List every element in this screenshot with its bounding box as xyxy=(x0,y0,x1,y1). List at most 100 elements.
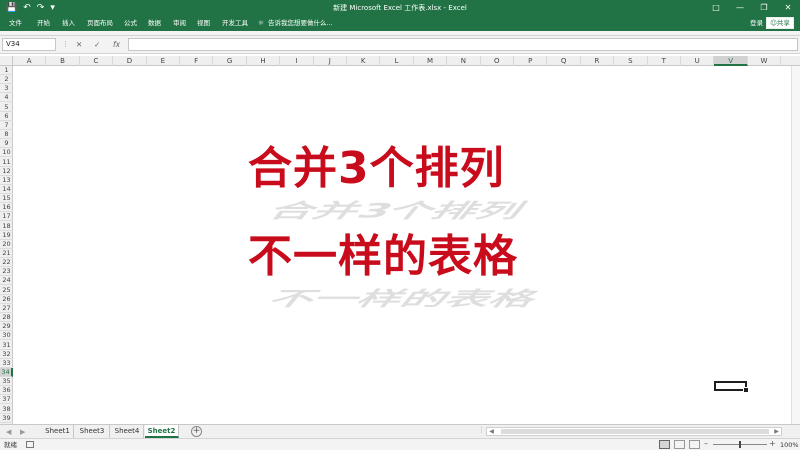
row-header[interactable]: 12 xyxy=(0,167,13,176)
minimize-icon[interactable]: — xyxy=(728,0,752,16)
column-header[interactable]: D xyxy=(113,56,147,66)
tell-me-box[interactable]: 告诉我您想要做什么... xyxy=(268,18,333,29)
restore-icon[interactable]: ❐ xyxy=(752,0,776,16)
spreadsheet-grid[interactable]: ABCDEFGHIJKLMNOPQRSTUVW 1 2 3 4 5 6 7 8 9 10 11 12 1… xyxy=(0,56,800,424)
row-header[interactable]: 10 xyxy=(0,148,13,158)
login-link[interactable]: 登录 xyxy=(750,18,763,29)
column-header[interactable]: I xyxy=(280,56,314,66)
row-header[interactable]: 26 xyxy=(0,295,13,304)
column-header[interactable]: G xyxy=(213,56,247,66)
row-header[interactable]: 31 xyxy=(0,341,13,350)
row-header[interactable]: 5 xyxy=(0,103,13,112)
column-header[interactable]: K xyxy=(347,56,381,66)
row-header[interactable]: 4 xyxy=(0,93,13,103)
row-header[interactable]: 19 xyxy=(0,231,13,240)
page-layout-view-icon[interactable] xyxy=(674,440,685,449)
tab-developer[interactable]: 开发工具 xyxy=(222,18,248,29)
next-sheet-icon[interactable]: ▶ xyxy=(20,427,25,437)
active-cell[interactable] xyxy=(714,381,749,393)
tab-file[interactable]: 文件 xyxy=(9,18,22,29)
column-header[interactable]: R xyxy=(581,56,615,66)
tab-formulas[interactable]: 公式 xyxy=(124,18,137,29)
zoom-level[interactable]: 100% xyxy=(780,440,799,450)
name-box[interactable]: V34 xyxy=(2,38,56,51)
tab-page-layout[interactable]: 页面布局 xyxy=(87,18,113,29)
prev-sheet-icon[interactable]: ◀ xyxy=(6,427,11,437)
scroll-thumb[interactable] xyxy=(501,429,769,434)
sheet-tab-sheet4[interactable]: Sheet4 xyxy=(111,425,144,438)
ribbon-options-icon[interactable]: □ xyxy=(704,0,728,16)
row-header[interactable]: 35 xyxy=(0,377,13,387)
row-header[interactable]: 9 xyxy=(0,139,13,149)
add-sheet-icon[interactable]: + xyxy=(191,426,202,437)
row-header[interactable]: 25 xyxy=(0,286,13,295)
row-header[interactable]: 23 xyxy=(0,267,13,277)
cancel-icon[interactable]: ✕ xyxy=(76,39,82,50)
tab-split-handle-icon[interactable]: ⋮ xyxy=(478,426,485,434)
column-header[interactable]: L xyxy=(380,56,414,66)
normal-view-icon[interactable] xyxy=(659,440,670,449)
column-header[interactable]: B xyxy=(46,56,80,66)
row-header[interactable]: 20 xyxy=(0,240,13,249)
column-header[interactable]: C xyxy=(80,56,114,66)
column-header[interactable]: J xyxy=(314,56,347,66)
row-header[interactable]: 6 xyxy=(0,112,13,121)
row-header[interactable]: 13 xyxy=(0,176,13,185)
tab-review[interactable]: 审阅 xyxy=(173,18,186,29)
macro-record-icon[interactable] xyxy=(26,441,34,448)
row-header[interactable]: 32 xyxy=(0,350,13,359)
row-header[interactable]: 34 xyxy=(0,367,13,377)
row-header[interactable]: 15 xyxy=(0,194,13,204)
column-header[interactable]: P xyxy=(514,56,548,66)
row-header[interactable]: 8 xyxy=(0,130,13,140)
column-header[interactable]: T xyxy=(648,56,681,66)
row-header[interactable]: 28 xyxy=(0,313,13,323)
tab-insert[interactable]: 插入 xyxy=(62,18,75,29)
row-header[interactable]: 27 xyxy=(0,304,13,313)
tab-home[interactable]: 开始 xyxy=(37,18,50,29)
column-header[interactable]: W xyxy=(748,56,782,66)
row-header[interactable]: 39 xyxy=(0,414,13,423)
horizontal-scrollbar[interactable]: ◀ ▶ xyxy=(486,427,782,436)
row-header[interactable]: 36 xyxy=(0,386,13,396)
row-header[interactable]: 14 xyxy=(0,185,13,194)
tab-view[interactable]: 视图 xyxy=(197,18,210,29)
column-header[interactable]: A xyxy=(13,56,47,66)
column-header[interactable]: F xyxy=(180,56,214,66)
tab-data[interactable]: 数据 xyxy=(148,18,161,29)
column-header[interactable]: E xyxy=(147,56,180,66)
row-header[interactable]: 37 xyxy=(0,395,13,405)
enter-icon[interactable]: ✓ xyxy=(94,39,100,50)
undo-icon[interactable]: ↶ xyxy=(23,1,31,15)
column-header[interactable]: U xyxy=(681,56,715,66)
row-header[interactable]: 16 xyxy=(0,203,13,213)
sheet-tab-sheet2[interactable]: Sheet2 xyxy=(145,425,179,438)
row-header[interactable]: 17 xyxy=(0,212,13,222)
column-header[interactable]: V xyxy=(714,56,748,66)
row-header[interactable]: 33 xyxy=(0,359,13,368)
zoom-out-icon[interactable]: – xyxy=(704,439,708,449)
close-icon[interactable]: ✕ xyxy=(776,0,800,16)
customize-icon[interactable]: ▾ xyxy=(50,1,55,15)
row-header[interactable]: 22 xyxy=(0,258,13,268)
row-header[interactable]: 21 xyxy=(0,249,13,258)
row-header[interactable]: 2 xyxy=(0,75,13,85)
row-header[interactable]: 11 xyxy=(0,158,13,167)
zoom-slider-thumb[interactable] xyxy=(739,441,741,448)
vertical-scrollbar[interactable] xyxy=(791,66,800,424)
fx-icon[interactable]: fx xyxy=(113,39,120,50)
scroll-right-icon[interactable]: ▶ xyxy=(772,428,781,435)
sheet-tab-sheet3[interactable]: Sheet3 xyxy=(75,425,110,438)
column-header[interactable]: N xyxy=(447,56,481,66)
column-header[interactable]: S xyxy=(614,56,648,66)
row-header[interactable]: 1 xyxy=(0,66,13,75)
save-icon[interactable]: 💾 xyxy=(6,1,17,15)
column-header[interactable]: H xyxy=(247,56,281,66)
zoom-in-icon[interactable]: + xyxy=(769,439,776,449)
row-header[interactable]: 29 xyxy=(0,322,13,332)
column-header[interactable]: Q xyxy=(547,56,581,66)
row-header[interactable]: 30 xyxy=(0,331,13,341)
row-header[interactable]: 18 xyxy=(0,222,13,231)
row-header[interactable]: 38 xyxy=(0,405,13,414)
column-header[interactable]: O xyxy=(481,56,514,66)
